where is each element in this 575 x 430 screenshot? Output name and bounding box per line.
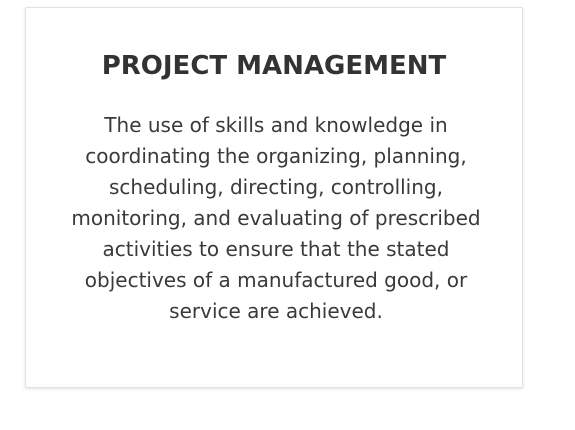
- info-card: PROJECT MANAGEMENT The use of skills and…: [25, 7, 523, 388]
- card-title: PROJECT MANAGEMENT: [101, 51, 447, 81]
- card-description: The use of skills and knowledge in coord…: [71, 113, 481, 323]
